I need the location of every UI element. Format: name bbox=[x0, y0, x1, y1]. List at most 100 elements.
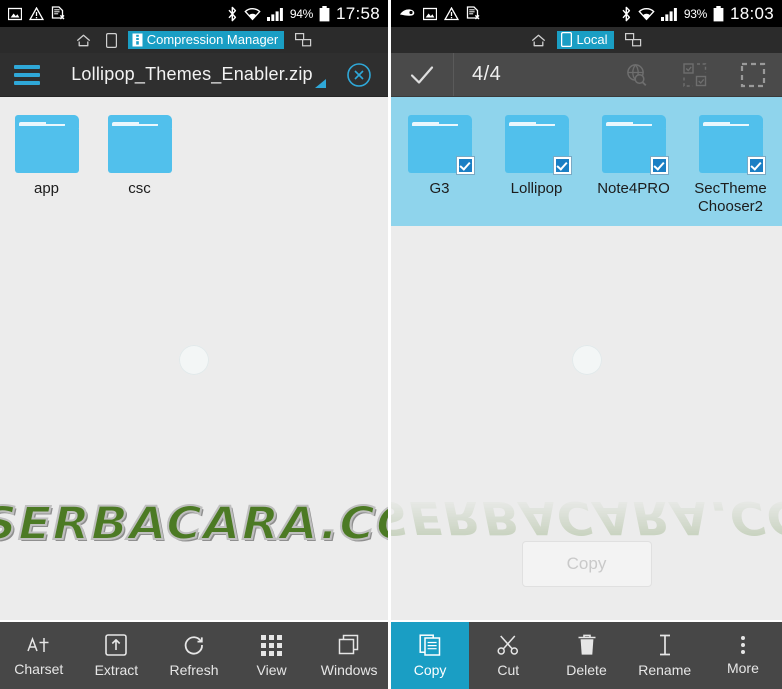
breadcrumb-device[interactable] bbox=[102, 32, 121, 49]
network-icon bbox=[624, 33, 642, 47]
toolbar-button-delete[interactable]: Delete bbox=[547, 622, 625, 689]
right-phone-screen: 93% 18:03 Local 4/4 G3 Lollipop Note4PRO… bbox=[391, 0, 782, 689]
network-icon bbox=[295, 33, 312, 47]
file-item[interactable]: G3 bbox=[391, 107, 488, 216]
left-bottom-toolbar: Charset Extract Refresh View Windows bbox=[0, 620, 388, 689]
globe-search-icon[interactable] bbox=[608, 62, 666, 88]
toolbar-button-refresh[interactable]: Refresh bbox=[155, 622, 233, 689]
extract-icon bbox=[105, 634, 128, 656]
copy-icon bbox=[419, 634, 441, 656]
folder-icon bbox=[504, 115, 572, 175]
scissors-icon bbox=[497, 634, 519, 656]
breadcrumb-active-local[interactable]: Local bbox=[557, 31, 614, 49]
right-file-area: G3 Lollipop Note4PRO SecTheme Chooser2 S… bbox=[391, 97, 782, 620]
right-selection-header: 4/4 bbox=[391, 53, 782, 97]
breadcrumb-network[interactable] bbox=[621, 32, 646, 48]
hamburger-menu-icon[interactable] bbox=[0, 64, 54, 85]
left-app-header: Lollipop_Themes_Enabler.zip bbox=[0, 53, 388, 97]
loading-indicator bbox=[571, 345, 602, 375]
eye-icon bbox=[399, 8, 416, 19]
file-name: SecTheme Chooser2 bbox=[694, 180, 767, 215]
warning-icon bbox=[444, 6, 459, 21]
archive-title: Lollipop_Themes_Enabler.zip bbox=[71, 64, 313, 84]
breadcrumb-active-compression-manager[interactable]: Compression Manager bbox=[127, 31, 285, 49]
toolbar-label: Refresh bbox=[169, 662, 219, 678]
more-vertical-icon bbox=[740, 636, 745, 654]
toolbar-label: Charset bbox=[14, 661, 64, 677]
watermark: SERBACARA.COM bbox=[0, 496, 388, 551]
right-status-indicators: 93% 18:03 bbox=[621, 4, 774, 24]
checkbox-checked[interactable] bbox=[552, 156, 572, 175]
right-status-icons bbox=[399, 6, 481, 21]
sim-card-error-icon bbox=[466, 6, 481, 21]
signal-icon bbox=[660, 7, 678, 21]
file-item[interactable]: Note4PRO bbox=[585, 107, 682, 216]
toolbar-button-charset[interactable]: Charset bbox=[0, 622, 78, 689]
battery-icon bbox=[319, 5, 330, 22]
sim-card-error-icon bbox=[51, 6, 66, 21]
right-file-grid: G3 Lollipop Note4PRO SecTheme Chooser2 bbox=[391, 97, 782, 226]
select-all-icon[interactable] bbox=[724, 62, 782, 88]
windows-icon bbox=[338, 634, 360, 656]
breadcrumb-active-label: Local bbox=[576, 32, 608, 47]
left-file-grid: app csc bbox=[0, 97, 388, 198]
watermark-text: SERBACARA.COM bbox=[0, 496, 388, 551]
trash-icon bbox=[577, 634, 597, 656]
toolbar-button-windows[interactable]: Windows bbox=[310, 622, 388, 689]
resize-handle-icon[interactable] bbox=[315, 79, 326, 88]
file-item[interactable]: csc bbox=[93, 107, 186, 198]
device-icon bbox=[561, 32, 573, 47]
folder-icon bbox=[407, 115, 475, 175]
toolbar-label: View bbox=[256, 661, 287, 678]
checkbox-checked[interactable] bbox=[649, 156, 669, 175]
selection-count: 4/4 bbox=[472, 63, 502, 85]
left-status-icons bbox=[8, 6, 66, 21]
toolbar-label: Extract bbox=[94, 662, 139, 678]
folder-icon bbox=[14, 115, 79, 173]
device-icon bbox=[105, 32, 117, 48]
charset-icon bbox=[27, 635, 51, 655]
clock-label: 17:58 bbox=[335, 3, 380, 23]
toolbar-button-cut[interactable]: Cut bbox=[469, 622, 547, 689]
toolbar-button-rename[interactable]: Rename bbox=[626, 622, 704, 689]
floating-copy-button[interactable]: Copy bbox=[521, 541, 652, 587]
breadcrumb-home[interactable] bbox=[72, 33, 95, 48]
checkbox-checked[interactable] bbox=[746, 156, 766, 175]
breadcrumb-home[interactable] bbox=[527, 33, 550, 48]
clock-label: 18:03 bbox=[729, 3, 774, 23]
loading-indicator bbox=[179, 345, 209, 375]
battery-percent-label: 93% bbox=[683, 6, 707, 21]
toolbar-label: Windows bbox=[320, 662, 378, 678]
left-file-area: app csc SERBACARA.COM bbox=[0, 97, 388, 620]
left-breadcrumb: Compression Manager bbox=[0, 27, 388, 53]
left-phone-screen: 94% 17:58 Compression Manager Lollipop_T… bbox=[0, 0, 391, 689]
file-item[interactable]: app bbox=[0, 107, 93, 198]
toolbar-button-copy[interactable]: Copy bbox=[391, 622, 470, 689]
toolbar-button-extract[interactable]: Extract bbox=[78, 622, 156, 689]
bluetooth-icon bbox=[227, 6, 238, 22]
grid-view-icon bbox=[261, 634, 283, 656]
watermark-reflection-text: SERBACARA.COM bbox=[391, 491, 782, 544]
folder-icon bbox=[601, 115, 669, 175]
toolbar-button-more[interactable]: More bbox=[704, 622, 782, 689]
checkmark-icon[interactable] bbox=[391, 53, 454, 96]
battery-icon bbox=[713, 5, 724, 22]
toolbar-label: Delete bbox=[566, 662, 607, 678]
toolbar-button-view[interactable]: View bbox=[233, 622, 311, 689]
file-item[interactable]: SecTheme Chooser2 bbox=[682, 107, 779, 216]
right-bottom-toolbar: Copy Cut Delete Rename More bbox=[391, 620, 782, 689]
signal-icon bbox=[266, 7, 284, 21]
file-name: Lollipop bbox=[510, 180, 563, 197]
breadcrumb-network[interactable] bbox=[291, 32, 316, 48]
selection-actions bbox=[608, 62, 782, 88]
file-item[interactable]: Lollipop bbox=[488, 107, 585, 216]
invert-selection-icon[interactable] bbox=[666, 62, 724, 88]
refresh-icon bbox=[183, 634, 205, 656]
close-circle-icon[interactable] bbox=[330, 62, 388, 88]
file-name: G3 bbox=[429, 180, 450, 197]
toolbar-label: Rename bbox=[638, 662, 692, 678]
file-name: app bbox=[33, 180, 60, 197]
folder-icon bbox=[107, 115, 172, 173]
right-breadcrumb: Local bbox=[391, 27, 782, 53]
checkbox-checked[interactable] bbox=[455, 156, 475, 175]
